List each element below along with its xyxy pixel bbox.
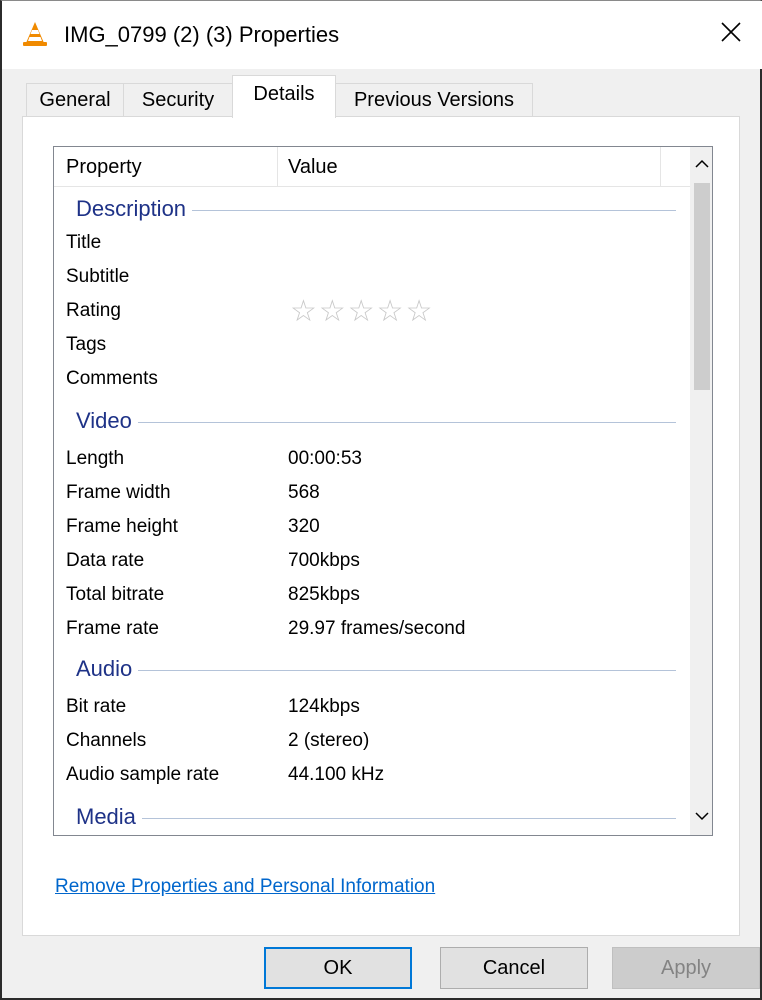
tab-label: Previous Versions (353, 89, 515, 111)
property-name: Frame rate (66, 618, 159, 639)
property-value: 29.97 frames/second (288, 618, 466, 639)
close-icon (720, 21, 742, 48)
column-property[interactable]: Property (66, 155, 142, 179)
property-value: 00:00:53 (288, 448, 362, 469)
apply-button[interactable]: Apply (612, 947, 760, 989)
property-row-channels[interactable]: Channels 2 (stereo) (54, 725, 690, 759)
property-row-frame-height[interactable]: Frame height 320 (54, 511, 690, 545)
tab-strip: General Security Details Previous Versio… (2, 69, 762, 118)
scroll-down-button[interactable] (691, 799, 712, 835)
property-row-audio-sample-rate[interactable]: Audio sample rate 44.100 kHz (54, 759, 690, 793)
property-row-rating[interactable]: Rating ☆☆☆☆☆ (54, 295, 690, 329)
property-value: 320 (288, 516, 320, 537)
property-value: 700kbps (288, 550, 360, 571)
cancel-button[interactable]: Cancel (440, 947, 588, 989)
property-value: 2 (stereo) (288, 730, 370, 751)
tab-label: General (39, 89, 111, 111)
vlc-cone-icon (22, 21, 48, 47)
group-media: Media (54, 801, 690, 835)
chevron-down-icon (695, 808, 709, 826)
details-list-content: Property Value Description Title Subtitl… (54, 147, 690, 835)
group-title: Media (76, 803, 142, 831)
property-row-data-rate[interactable]: Data rate 700kbps (54, 545, 690, 579)
group-divider (76, 422, 676, 423)
property-name: Bit rate (66, 696, 127, 717)
tab-label: Security (141, 89, 215, 111)
title-bar[interactable]: IMG_0799 (2) (3) Properties (2, 1, 762, 69)
property-row-length[interactable]: Length 00:00:53 (54, 443, 690, 477)
property-row-bit-rate[interactable]: Bit rate 124kbps (54, 691, 690, 725)
chevron-up-icon (695, 156, 709, 174)
property-value: 44.100 kHz (288, 764, 385, 785)
property-row-title[interactable]: Title (54, 227, 690, 261)
ok-button[interactable]: OK (264, 947, 412, 989)
group-title: Description (76, 195, 193, 223)
tab-details[interactable]: Details (232, 75, 336, 118)
property-value: 124kbps (288, 696, 360, 717)
property-row-subtitle[interactable]: Subtitle (54, 261, 690, 295)
column-divider[interactable] (277, 147, 278, 187)
property-name: Frame height (66, 516, 178, 537)
tab-general[interactable]: General (26, 83, 124, 117)
property-row-tags[interactable]: Tags (54, 329, 690, 363)
scroll-thumb[interactable] (694, 183, 710, 390)
column-divider[interactable] (660, 147, 661, 187)
property-name: Audio sample rate (66, 764, 220, 785)
property-name: Subtitle (66, 266, 130, 287)
details-panel: Property Value Description Title Subtitl… (22, 116, 740, 936)
window-title: IMG_0799 (2) (3) Properties (64, 22, 340, 47)
property-value: 568 (288, 482, 320, 503)
group-title: Video (76, 407, 138, 435)
property-name: Total bitrate (66, 584, 165, 605)
property-name: Rating (66, 300, 121, 321)
close-button[interactable] (700, 1, 762, 67)
properties-dialog: IMG_0799 (2) (3) Properties General Secu… (0, 0, 762, 1000)
property-name: Channels (66, 730, 147, 751)
column-value[interactable]: Value (288, 155, 338, 179)
property-row-frame-rate[interactable]: Frame rate 29.97 frames/second (54, 613, 690, 647)
tab-previous-versions[interactable]: Previous Versions (335, 83, 533, 117)
group-title: Audio (76, 655, 139, 683)
property-row-comments[interactable]: Comments (54, 363, 690, 397)
tab-security[interactable]: Security (123, 83, 233, 117)
remove-properties-link[interactable]: Remove Properties and Personal Informati… (55, 875, 435, 899)
scroll-up-button[interactable] (691, 147, 712, 183)
group-divider (76, 818, 676, 819)
property-row-frame-width[interactable]: Frame width 568 (54, 477, 690, 511)
group-description: Description (54, 193, 690, 227)
property-name: Length (66, 448, 125, 469)
property-name: Tags (66, 334, 107, 355)
rating-stars-icon[interactable]: ☆☆☆☆☆ (290, 295, 434, 329)
property-name: Title (66, 232, 102, 253)
property-name: Comments (66, 368, 158, 389)
group-video: Video (54, 405, 690, 439)
group-divider (76, 670, 676, 671)
vertical-scrollbar[interactable] (690, 147, 712, 835)
details-list[interactable]: Property Value Description Title Subtitl… (53, 146, 713, 836)
property-name: Data rate (66, 550, 145, 571)
column-header: Property Value (54, 147, 690, 187)
property-row-total-bitrate[interactable]: Total bitrate 825kbps (54, 579, 690, 613)
group-audio: Audio (54, 653, 690, 687)
property-name: Frame width (66, 482, 171, 503)
property-value: 825kbps (288, 584, 360, 605)
tab-label: Details (253, 83, 315, 105)
